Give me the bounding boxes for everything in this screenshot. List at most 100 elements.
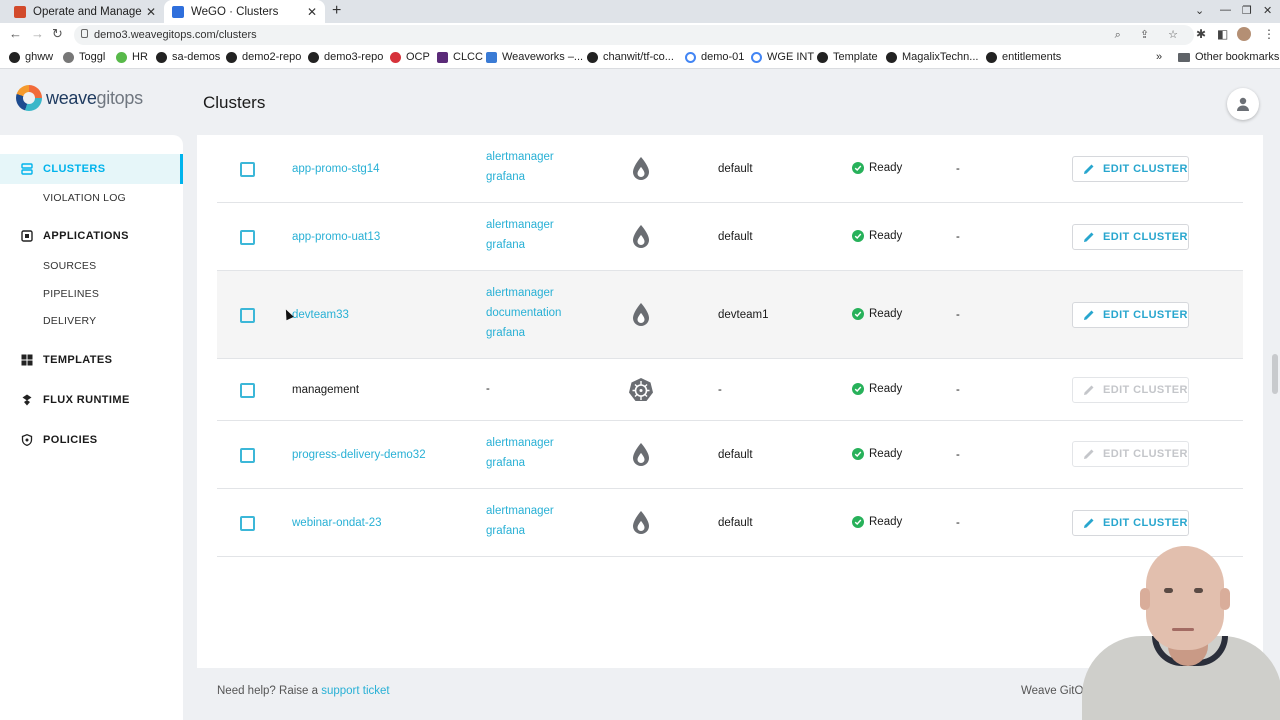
- edit-cluster-button[interactable]: EDIT CLUSTER: [1072, 156, 1189, 182]
- cluster-name-link[interactable]: webinar-ondat-23: [292, 517, 382, 529]
- cluster-namespace: default: [718, 517, 753, 529]
- bookmark-sa-demos[interactable]: sa-demos: [156, 51, 220, 63]
- minimize-icon[interactable]: —: [1220, 4, 1231, 16]
- kubernetes-icon: [629, 378, 653, 401]
- bookmark-ghww[interactable]: ghww: [9, 51, 53, 63]
- app-link[interactable]: alertmanager: [486, 215, 554, 235]
- app-link[interactable]: documentation: [486, 303, 561, 323]
- cluster-name-link[interactable]: app-promo-stg14: [292, 163, 380, 175]
- bookmark-label: Weaveworks –...: [502, 51, 584, 63]
- cluster-name-link[interactable]: app-promo-uat13: [292, 231, 380, 243]
- profile-avatar-icon[interactable]: [1237, 27, 1251, 41]
- cluster-name-link[interactable]: progress-delivery-demo32: [292, 449, 426, 461]
- sidebar-item-templates[interactable]: TEMPLATES: [0, 345, 183, 375]
- app-link[interactable]: alertmanager: [486, 147, 554, 167]
- omnibox-actions[interactable]: ⌕ ⇪ ☆: [1115, 28, 1186, 42]
- edit-cluster-button[interactable]: EDIT CLUSTER: [1072, 224, 1189, 250]
- bookmark-label: WGE INT: [767, 51, 815, 63]
- bookmark-magalix[interactable]: MagalixTechn...: [886, 51, 978, 63]
- extensions-icon[interactable]: ✱: [1196, 27, 1206, 41]
- app-link[interactable]: alertmanager: [486, 501, 554, 521]
- close-window-icon[interactable]: ✕: [1263, 4, 1272, 17]
- check-circle-icon: [852, 308, 864, 320]
- app-link[interactable]: grafana: [486, 235, 554, 255]
- bookmark-label: Template: [833, 51, 878, 63]
- sidebar-item-policies[interactable]: POLICIES: [0, 425, 183, 455]
- bookmark-demo-01[interactable]: demo-01: [685, 51, 744, 63]
- status-text: Ready: [869, 448, 903, 460]
- browser-tab[interactable]: Operate and Manage Kub ✕: [6, 0, 164, 23]
- row-checkbox[interactable]: [240, 448, 255, 463]
- row-checkbox[interactable]: [240, 230, 255, 245]
- edit-cluster-button[interactable]: EDIT CLUSTER: [1072, 441, 1189, 467]
- row-checkbox[interactable]: [240, 516, 255, 531]
- sidebar-item-delivery[interactable]: DELIVERY: [43, 315, 96, 327]
- bookmark-toggl[interactable]: Toggl: [63, 51, 105, 63]
- flux-icon: [21, 394, 33, 406]
- menu-kebab-icon[interactable]: ⋮: [1263, 27, 1275, 41]
- app-link[interactable]: alertmanager: [486, 433, 554, 453]
- edit-cluster-label: EDIT CLUSTER: [1103, 309, 1188, 321]
- user-menu-button[interactable]: [1227, 88, 1259, 120]
- bookmark-chanwit[interactable]: chanwit/tf-co...: [587, 51, 674, 63]
- status-text: Ready: [869, 230, 903, 242]
- close-tab-icon[interactable]: ✕: [307, 5, 317, 19]
- forward-icon[interactable]: →: [31, 27, 44, 41]
- close-tab-icon[interactable]: ✕: [146, 5, 156, 19]
- bookmark-label: sa-demos: [172, 51, 221, 63]
- support-ticket-link[interactable]: support ticket: [321, 685, 389, 697]
- bookmark-template[interactable]: Template: [817, 51, 878, 63]
- presenter-head: [1146, 546, 1224, 650]
- bookmark-clcc[interactable]: CLCC: [437, 51, 483, 63]
- app-link[interactable]: alertmanager: [486, 283, 561, 303]
- sidebar-item-violation-log[interactable]: VIOLATION LOG: [43, 192, 126, 204]
- sidebar-item-applications[interactable]: APPLICATIONS: [0, 221, 183, 251]
- new-tab-icon[interactable]: +: [332, 3, 341, 19]
- other-bookmarks[interactable]: Other bookmarks: [1178, 51, 1279, 63]
- scrollbar-thumb[interactable]: [1272, 354, 1278, 394]
- browser-tab-active[interactable]: WeGO · Clusters ✕: [164, 0, 325, 23]
- edit-cluster-button[interactable]: EDIT CLUSTER: [1072, 377, 1189, 403]
- cluster-namespace: devteam1: [718, 309, 769, 321]
- edit-cluster-button[interactable]: EDIT CLUSTER: [1072, 302, 1189, 328]
- row-checkbox[interactable]: [240, 308, 255, 323]
- tab-search-icon[interactable]: ⌄: [1195, 4, 1204, 17]
- bookmark-label: Toggl: [79, 51, 106, 63]
- bookmark-entitlements[interactable]: entitlements: [986, 51, 1061, 63]
- bookmarks-bar: ghww Toggl HR sa-demos demo2-repo demo3-…: [0, 47, 1280, 69]
- bookmark-label: demo2-repo: [242, 51, 302, 63]
- row-checkbox[interactable]: [240, 383, 255, 398]
- sidebar-item-sources[interactable]: SOURCES: [43, 260, 96, 272]
- bookmark-weaveworks[interactable]: Weaveworks –...: [486, 51, 583, 63]
- edit-cluster-button[interactable]: EDIT CLUSTER: [1072, 510, 1189, 536]
- weave-gitops-logo[interactable]: weave gitops: [16, 85, 143, 111]
- check-circle-icon: [852, 162, 864, 174]
- sidebar-item-clusters[interactable]: CLUSTERS: [0, 154, 183, 184]
- bookmarks-overflow-icon[interactable]: »: [1156, 51, 1162, 63]
- bookmark-wge-int[interactable]: WGE INT: [751, 51, 814, 63]
- bookmark-demo3-repo[interactable]: demo3-repo: [308, 51, 383, 63]
- side-panel-icon[interactable]: ◧: [1217, 27, 1228, 41]
- restore-icon[interactable]: ❐: [1242, 4, 1252, 17]
- cluster-name-link[interactable]: devteam33: [292, 309, 349, 321]
- app-link[interactable]: grafana: [486, 521, 554, 541]
- cluster-name: management: [292, 384, 360, 396]
- tab-favicon-icon: [172, 5, 184, 18]
- app-link[interactable]: grafana: [486, 167, 554, 187]
- tab-favicon-icon: [14, 5, 26, 18]
- sidebar-item-flux-runtime[interactable]: FLUX RUNTIME: [0, 385, 183, 415]
- bookmark-label: chanwit/tf-co...: [603, 51, 674, 63]
- bookmark-label: CLCC: [453, 51, 483, 63]
- bookmark-hr[interactable]: HR: [116, 51, 148, 63]
- row-checkbox[interactable]: [240, 162, 255, 177]
- back-icon[interactable]: ←: [9, 27, 22, 41]
- bookmark-ocp[interactable]: OCP: [390, 51, 430, 63]
- vcluster-icon: [633, 225, 649, 248]
- app-link[interactable]: grafana: [486, 453, 554, 473]
- reload-icon[interactable]: ↻: [52, 27, 63, 41]
- table-row: management - - Ready - EDIT CLUSTER: [217, 359, 1243, 421]
- sidebar-item-pipelines[interactable]: PIPELINES: [43, 288, 99, 300]
- bookmark-demo2-repo[interactable]: demo2-repo: [226, 51, 301, 63]
- url-input[interactable]: demo3.weavegitops.com/clusters ⌕ ⇪ ☆: [74, 25, 1194, 45]
- app-link[interactable]: grafana: [486, 323, 561, 343]
